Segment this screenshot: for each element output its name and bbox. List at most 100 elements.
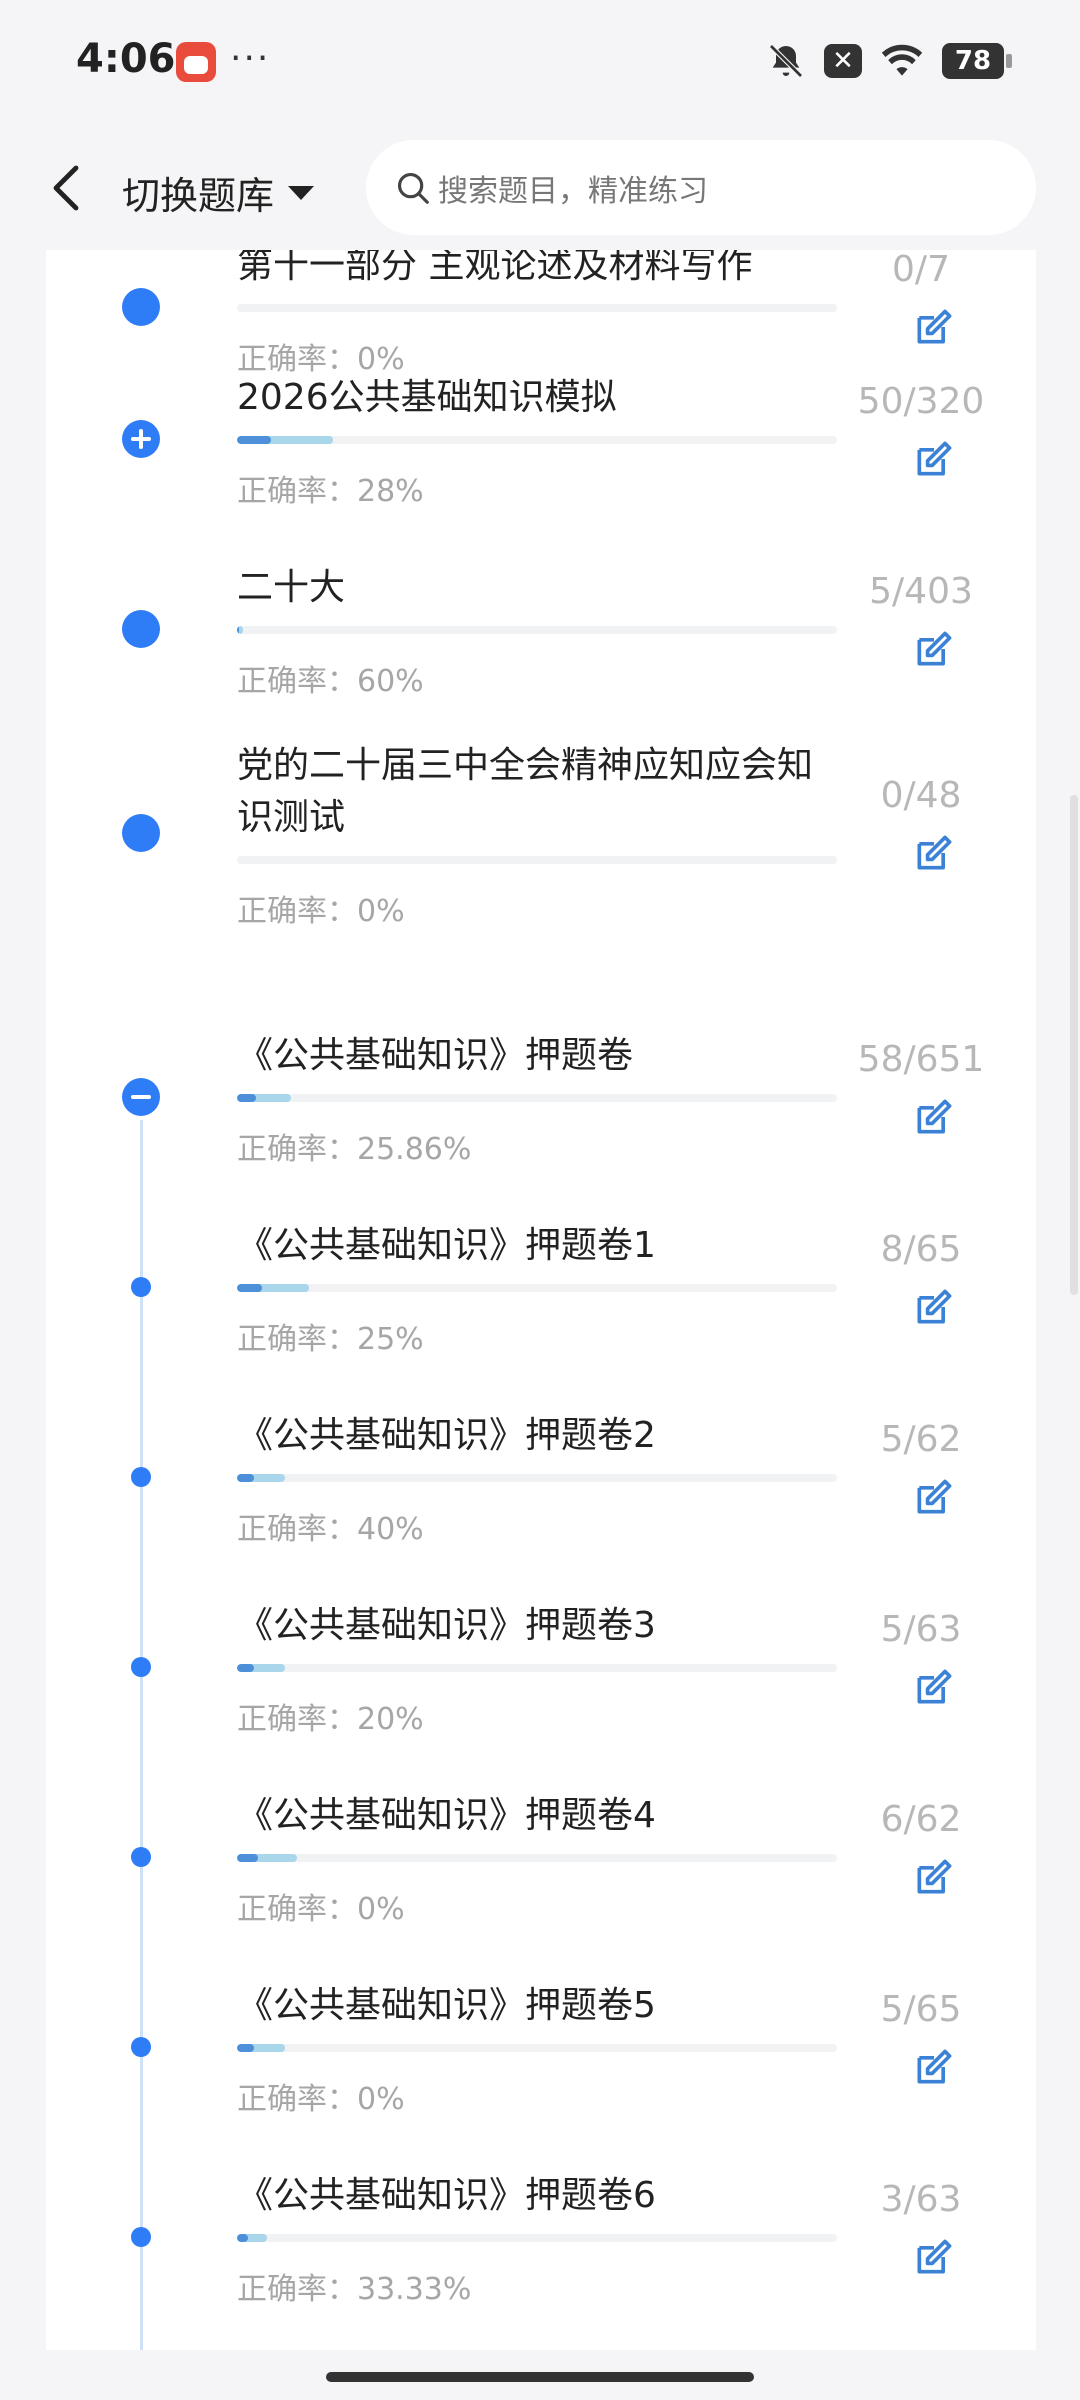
item-title: 2026公共基础知识模拟 (237, 377, 617, 418)
item-title: 《公共基础知识》押题卷1 (237, 1225, 656, 1266)
item-title: 党的二十届三中全会精神应知应会知识测试 (237, 745, 814, 838)
accuracy-rate: 正确率：28% (237, 466, 424, 510)
progress-fill (237, 1664, 285, 1672)
item-title: 《公共基础知识》押题卷5 (237, 1985, 656, 2026)
node-dot-icon (122, 288, 160, 326)
node-dot-icon (131, 1847, 151, 1867)
accuracy-rate: 正确率：0% (237, 886, 405, 930)
node-dot-icon (131, 1277, 151, 1297)
accuracy-value: 20% (357, 1702, 424, 1737)
edit-practice-icon[interactable] (912, 1665, 956, 1709)
accuracy-rate: 正确率：25.86% (237, 1124, 471, 1168)
progress-bar (237, 626, 837, 634)
progress-bar (237, 856, 837, 864)
accuracy-label: 正确率： (237, 894, 357, 929)
accuracy-value: 0% (357, 894, 405, 929)
accuracy-label: 正确率： (237, 664, 357, 699)
done-count: 0/7 (892, 250, 950, 290)
back-arrow-icon[interactable] (44, 160, 92, 216)
node-dot-icon (122, 814, 160, 852)
wifi-icon (881, 44, 923, 76)
accuracy-rate: 正确率：60% (237, 656, 424, 700)
battery-icon: 78 (942, 43, 1012, 79)
accuracy-value: 28% (357, 474, 424, 509)
question-bank-list: 第十一部分 主观论述及材料写作 正确率：0% 0/7 2026公共基础知识模拟 正确率：… (46, 250, 1036, 2350)
progress-fill-dark (237, 1664, 254, 1672)
scrollbar[interactable] (1070, 795, 1078, 1295)
progress-bar (237, 1284, 837, 1292)
accuracy-label: 正确率： (237, 474, 357, 509)
home-indicator[interactable] (326, 2372, 754, 2382)
collapse-icon[interactable] (122, 1078, 160, 1116)
accuracy-rate: 正确率：20% (237, 1694, 424, 1738)
accuracy-label: 正确率： (237, 1702, 357, 1737)
progress-fill (237, 2234, 267, 2242)
accuracy-label: 正确率： (237, 2272, 357, 2307)
status-bar: 4:06 ··· ✕ 78 (0, 0, 1080, 125)
progress-fill-dark (237, 1284, 263, 1292)
tree-connector-line (140, 1120, 143, 2350)
done-count: 8/65 (880, 1229, 962, 1270)
switch-bank-label: 切换题库 (122, 174, 275, 218)
search-input[interactable]: 搜索题目，精准练习 (366, 140, 1036, 235)
edit-practice-icon[interactable] (912, 1475, 956, 1519)
progress-fill (237, 1094, 291, 1102)
item-title: 《公共基础知识》押题卷3 (237, 1605, 656, 1646)
progress-fill-dark (237, 2044, 254, 2052)
accuracy-value: 0% (357, 2082, 405, 2117)
progress-fill (237, 1474, 285, 1482)
node-dot-icon (122, 610, 160, 648)
top-bar: 切换题库 搜索题目，精准练习 (0, 125, 1080, 250)
progress-bar (237, 1854, 837, 1862)
progress-fill-dark (237, 436, 271, 444)
done-count: 58/651 (857, 1039, 985, 1080)
node-dot-icon (131, 2037, 151, 2057)
bell-off-icon (769, 44, 803, 78)
edit-practice-icon[interactable] (912, 2045, 956, 2089)
x-badge-icon: ✕ (824, 44, 862, 78)
progress-fill (237, 1284, 309, 1292)
accuracy-label: 正确率： (237, 1892, 357, 1927)
progress-bar (237, 1094, 837, 1102)
done-count: 5/65 (880, 1989, 962, 2030)
progress-bar (237, 2044, 837, 2052)
progress-fill (237, 626, 243, 634)
accuracy-value: 0% (357, 1892, 405, 1927)
node-dot-icon (131, 1467, 151, 1487)
edit-practice-icon[interactable] (912, 1095, 956, 1139)
item-title: 《公共基础知识》押题卷 (237, 1035, 634, 1076)
more-notifications-icon: ··· (230, 38, 271, 79)
accuracy-rate: 正确率：25% (237, 1314, 424, 1358)
accuracy-rate: 正确率：40% (237, 1504, 424, 1548)
switch-question-bank-button[interactable]: 切换题库 (122, 165, 315, 220)
progress-bar (237, 436, 837, 444)
item-title: 《公共基础知识》押题卷6 (237, 2175, 656, 2216)
accuracy-rate: 正确率：0% (237, 2074, 405, 2118)
progress-bar (237, 304, 837, 312)
item-title: 二十大 (237, 567, 346, 608)
done-count: 50/320 (857, 381, 985, 422)
accuracy-value: 33.33% (357, 2272, 472, 2307)
done-count: 6/62 (880, 1799, 962, 1840)
progress-fill-dark (237, 1474, 254, 1482)
caret-down-icon (288, 185, 315, 200)
edit-practice-icon[interactable] (912, 831, 956, 875)
edit-practice-icon[interactable] (912, 1855, 956, 1899)
progress-fill-dark (237, 626, 240, 634)
progress-fill (237, 2044, 285, 2052)
edit-practice-icon[interactable] (912, 1285, 956, 1329)
done-count: 0/48 (880, 775, 962, 816)
done-count: 5/63 (880, 1609, 962, 1650)
progress-bar (237, 1474, 837, 1482)
accuracy-rate: 正确率：0% (237, 1884, 405, 1928)
accuracy-value: 40% (357, 1512, 424, 1547)
edit-practice-icon[interactable] (912, 437, 956, 481)
progress-bar (237, 1664, 837, 1672)
edit-practice-icon[interactable] (912, 2235, 956, 2279)
expand-icon[interactable] (122, 420, 160, 458)
item-title: 《公共基础知识》押题卷2 (237, 1415, 656, 1456)
accuracy-value: 25.86% (357, 1132, 472, 1167)
edit-practice-icon[interactable] (912, 627, 956, 671)
edit-practice-icon[interactable] (912, 305, 956, 349)
accuracy-label: 正确率： (237, 1132, 357, 1167)
